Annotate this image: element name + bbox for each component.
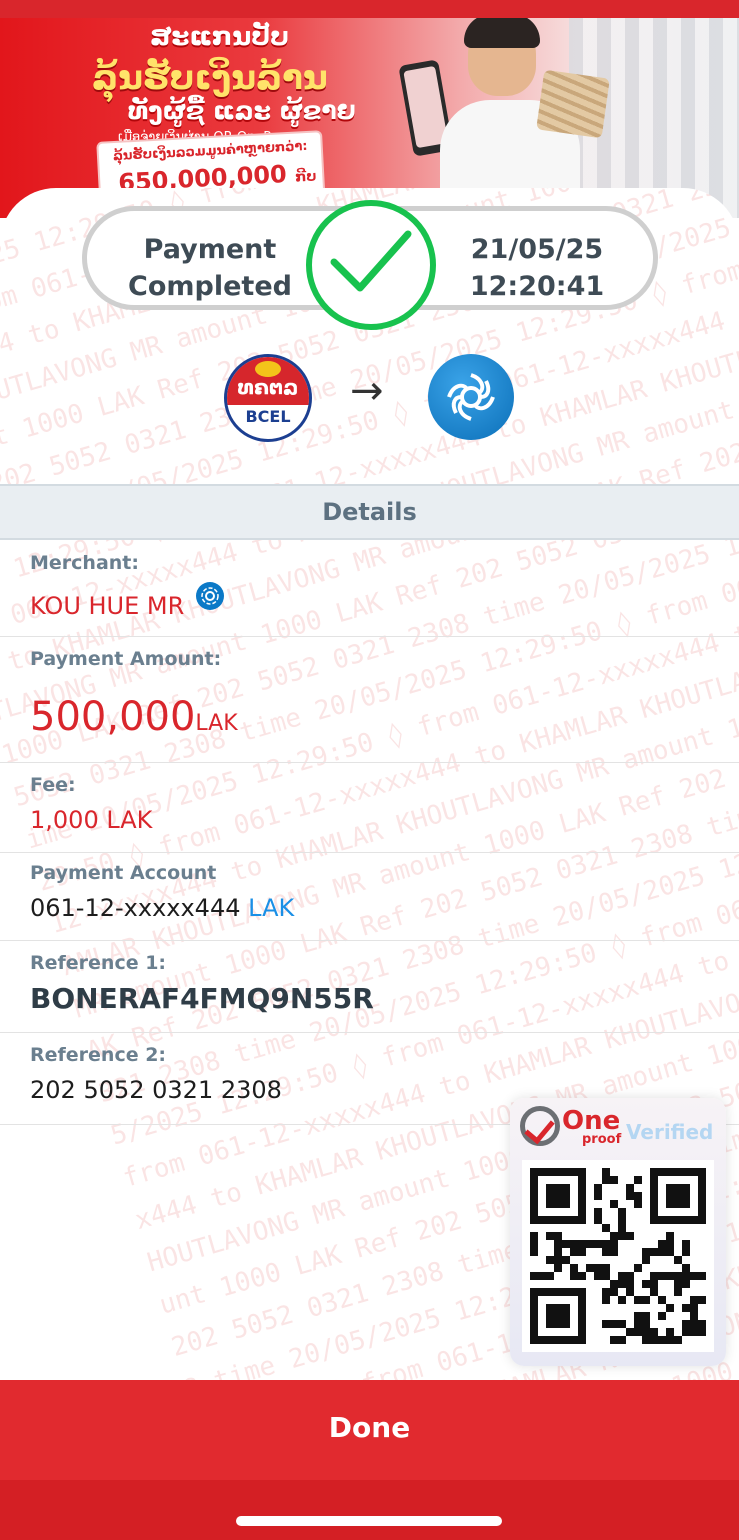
merchant-onepay-icon [196,582,225,610]
oneproof-sub: proof [582,1132,622,1147]
payment-account-currency: LAK [248,894,295,922]
onepay-logo-icon [428,354,514,440]
fee-label: Fee: [30,774,76,796]
payment-amount-currency: LAK [195,711,238,736]
bottom-safe-area [0,1480,739,1540]
payment-account-value: 061-12-xxxxx444 [30,894,241,922]
done-button[interactable]: Done [0,1380,739,1480]
reference-1-row: Reference 1: BONERAF4FMQ9N55R [0,940,739,1033]
receipt-card: 20/05/2025 12:29:50 ◊ from 061-12-xxxxx4… [0,188,739,1380]
bcel-code: BCEL [245,407,291,426]
payment-amount-label: Payment Amount: [30,648,222,670]
arrow-right-icon: → [350,368,384,414]
banner-line-2: ລຸ້ນຮັບເງິນລ້ານ [92,58,328,98]
banner-person-hair [464,18,540,48]
qr-code-icon[interactable] [522,1160,714,1352]
payment-account-value-line: 061-12-xxxxx444 LAK [30,894,294,922]
payment-datetime: 21/05/25 12:20:41 [447,231,627,305]
bcel-lao-name: ທຄຕລ [237,375,299,399]
payment-amount-value-line: 500,000LAK [30,694,238,740]
banner-line-1: ສະແກນປັບ [150,22,290,52]
payment-date: 21/05/25 [470,234,604,265]
oneproof-verification-card[interactable]: One proof Verified [510,1098,726,1366]
payment-amount-row: Payment Amount: 500,000LAK [0,636,739,763]
merchant-value-line: KOU HUE MR [30,582,225,620]
home-indicator[interactable] [236,1516,502,1526]
reference-1-label: Reference 1: [30,952,167,974]
payment-time: 12:20:41 [469,271,605,302]
payment-amount-value: 500,000 [30,694,196,740]
fee-row: Fee: 1,000 LAK [0,762,739,853]
payment-account-row: Payment Account 061-12-xxxxx444 LAK [0,852,739,941]
status-bar [0,0,739,18]
merchant-value: KOU HUE MR [30,592,185,620]
oneproof-check-icon [520,1106,560,1146]
reference-2-label: Reference 2: [30,1044,167,1066]
details-section-header: Details [0,484,739,540]
payment-status-label: Payment Completed [128,234,292,302]
fee-value: 1,000 LAK [30,806,153,834]
banner-prize-amount-unit: ກີບ [294,168,317,186]
oneproof-logo: One proof [520,1106,630,1152]
reference-1-value: BONERAF4FMQ9N55R [30,982,374,1015]
merchant-label: Merchant: [30,552,139,574]
oneproof-verified-label: Verified [626,1120,714,1144]
banner-line-3: ທັງຜູ້ຊື້ ແລະ ຜູ້ຂາຍ [128,96,356,125]
merchant-row: Merchant: KOU HUE MR [0,540,739,637]
payment-account-label: Payment Account [30,862,217,884]
banner-cash-image [536,69,610,139]
bcel-bank-logo: ທຄຕລ BCEL [224,354,312,442]
reference-2-value: 202 5052 0321 2308 [30,1076,282,1104]
success-check-icon [306,200,436,330]
